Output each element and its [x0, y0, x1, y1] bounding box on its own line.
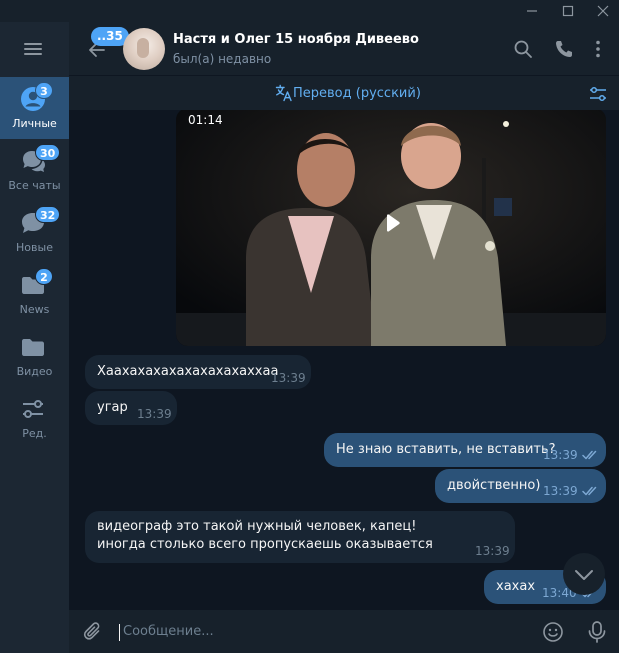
message-time: 13:39 [137, 407, 172, 421]
folder-label: Все чаты [8, 179, 61, 192]
message-incoming[interactable]: видеограф это такой нужный человек, капе… [85, 511, 515, 563]
message-text: хахах [496, 579, 536, 594]
translate-settings-icon[interactable] [588, 85, 608, 103]
folder-all-chats[interactable]: 30 Все чаты [0, 139, 69, 201]
phone-icon[interactable] [553, 38, 575, 60]
close-icon[interactable] [593, 2, 613, 20]
folders-sidebar: 3 Личные 30 Все чаты 32 Новые 2 News Вид… [0, 22, 69, 653]
microphone-icon[interactable] [586, 620, 608, 644]
message-list[interactable]: 01:14 Хаахахахахахахахахаххаа 13:39 угар… [69, 110, 619, 610]
unread-badge: 30 [35, 144, 61, 161]
emoji-icon[interactable] [542, 621, 564, 643]
message-input[interactable]: Сообщение... [123, 624, 214, 639]
attach-icon[interactable] [82, 621, 104, 643]
message-time: 13:39 [543, 448, 578, 462]
folder-new[interactable]: 32 Новые [0, 201, 69, 263]
edit-filters-icon [23, 400, 43, 418]
minimize-icon[interactable] [522, 2, 542, 20]
message-time: 13:39 [475, 544, 510, 558]
search-icon[interactable] [512, 38, 534, 60]
message-incoming[interactable]: угар 13:39 [85, 391, 177, 425]
unread-badge: 3 [35, 82, 53, 99]
video-message[interactable]: 01:14 [176, 110, 606, 346]
unread-badge: 2 [35, 268, 53, 285]
chat-title[interactable]: Настя и Олег 15 ноября Дивеево [173, 32, 419, 47]
folder-personal[interactable]: 3 Личные [0, 77, 69, 139]
chat-status: был(а) недавно [173, 52, 272, 66]
message-text: двойственно) [447, 478, 541, 493]
chevron-down-icon [575, 570, 593, 580]
folder-label: News [19, 303, 50, 316]
folder-label: Ред. [22, 427, 47, 440]
window-titlebar [0, 0, 619, 22]
chat-avatar[interactable] [123, 28, 165, 70]
message-outgoing[interactable]: двойственно) 13:39 [435, 469, 606, 503]
message-text: Не знаю вставить, не вставить? [336, 442, 556, 457]
message-time: 13:39 [543, 484, 578, 498]
message-incoming[interactable]: Хаахахахахахахахахаххаа 13:39 [85, 355, 311, 389]
folder-label: Видео [16, 365, 53, 378]
double-check-icon [582, 450, 597, 460]
video-duration: 01:14 [188, 113, 223, 127]
maximize-icon[interactable] [558, 2, 578, 20]
double-check-icon [582, 486, 597, 496]
main-menu-button[interactable] [0, 22, 69, 76]
scroll-to-bottom-button[interactable] [563, 553, 605, 595]
folder-label: Новые [16, 241, 53, 254]
message-time: 13:39 [271, 371, 306, 385]
translate-bar: Перевод (русский) [69, 77, 619, 110]
unread-badge: 32 [35, 206, 61, 223]
hamburger-icon [24, 43, 42, 45]
message-text: Хаахахахахахахахахаххаа [97, 364, 279, 379]
chat-header: ..35 Настя и Олег 15 ноября Дивеево был(… [69, 22, 619, 76]
message-text: угар [97, 400, 128, 415]
translate-button[interactable]: Перевод (русский) [293, 86, 421, 101]
play-icon[interactable] [381, 212, 403, 234]
message-composer: Сообщение... [69, 610, 619, 653]
translate-icon [275, 84, 292, 102]
folder-edit[interactable]: Ред. [0, 387, 69, 449]
folder-news[interactable]: 2 News [0, 263, 69, 325]
message-text: видеограф это такой нужный человек, капе… [97, 519, 433, 552]
folder-label: Личные [12, 117, 57, 130]
folder-icon [22, 339, 44, 356]
folder-video[interactable]: Видео [0, 325, 69, 387]
message-outgoing[interactable]: Не знаю вставить, не вставить? 13:39 [324, 433, 606, 467]
text-caret [119, 624, 120, 641]
more-vertical-icon[interactable] [587, 38, 609, 60]
